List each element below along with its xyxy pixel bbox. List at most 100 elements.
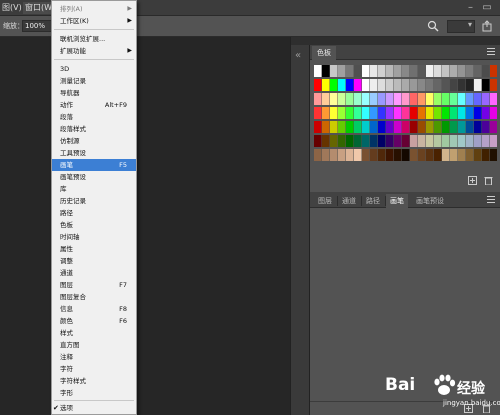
- menu-item[interactable]: 工作区(K) ▶: [52, 15, 136, 27]
- color-swatch[interactable]: [378, 93, 386, 105]
- color-swatch[interactable]: [354, 135, 362, 147]
- menu-item[interactable]: 色板: [52, 219, 136, 231]
- color-swatch[interactable]: [482, 65, 490, 77]
- color-swatch[interactable]: [474, 65, 482, 77]
- color-swatch[interactable]: [378, 135, 386, 147]
- color-swatch[interactable]: [346, 121, 354, 133]
- menu-item[interactable]: 选项 ✔: [52, 402, 136, 414]
- panel-menu-icon[interactable]: [487, 196, 495, 204]
- color-swatch[interactable]: [458, 65, 466, 77]
- color-swatch[interactable]: [418, 79, 426, 91]
- color-swatch[interactable]: [362, 107, 370, 119]
- color-swatch[interactable]: [410, 121, 418, 133]
- color-swatch[interactable]: [386, 93, 394, 105]
- color-swatch[interactable]: [322, 65, 330, 77]
- color-swatch[interactable]: [314, 65, 322, 77]
- color-swatch[interactable]: [482, 135, 490, 147]
- menu-item[interactable]: 段落样式: [52, 123, 136, 135]
- color-swatch[interactable]: [450, 65, 458, 77]
- color-swatch[interactable]: [370, 79, 378, 91]
- color-swatch[interactable]: [466, 65, 474, 77]
- color-swatch[interactable]: [362, 65, 370, 77]
- menu-item[interactable]: 图层复合: [52, 291, 136, 303]
- workspace-select[interactable]: [447, 20, 475, 33]
- menu-item[interactable]: 注释: [52, 351, 136, 363]
- color-swatch[interactable]: [330, 107, 338, 119]
- color-swatch[interactable]: [482, 93, 490, 105]
- color-swatch[interactable]: [490, 107, 497, 119]
- menu-item[interactable]: 图层 F7: [52, 279, 136, 291]
- color-swatch[interactable]: [386, 107, 394, 119]
- menu-item[interactable]: 动作 Alt+F9: [52, 99, 136, 111]
- color-swatch[interactable]: [346, 149, 354, 161]
- color-swatch[interactable]: [378, 79, 386, 91]
- color-swatch[interactable]: [354, 93, 362, 105]
- color-swatch[interactable]: [394, 65, 402, 77]
- color-swatch[interactable]: [314, 149, 322, 161]
- color-swatch[interactable]: [418, 135, 426, 147]
- menu-view[interactable]: 图(V): [0, 2, 24, 14]
- color-swatch[interactable]: [378, 149, 386, 161]
- color-swatch[interactable]: [442, 79, 450, 91]
- color-swatch[interactable]: [354, 121, 362, 133]
- color-swatch[interactable]: [442, 135, 450, 147]
- color-swatch[interactable]: [418, 121, 426, 133]
- color-swatch[interactable]: [434, 149, 442, 161]
- color-swatch[interactable]: [466, 93, 474, 105]
- menu-item[interactable]: 画笔 F5: [52, 159, 136, 171]
- color-swatch[interactable]: [410, 135, 418, 147]
- color-swatch[interactable]: [442, 93, 450, 105]
- color-swatch[interactable]: [410, 149, 418, 161]
- color-swatch[interactable]: [466, 79, 474, 91]
- color-swatch[interactable]: [338, 149, 346, 161]
- color-swatch[interactable]: [490, 149, 497, 161]
- color-swatch[interactable]: [386, 79, 394, 91]
- color-swatch[interactable]: [418, 93, 426, 105]
- color-swatch[interactable]: [442, 121, 450, 133]
- color-swatch[interactable]: [330, 135, 338, 147]
- color-swatch[interactable]: [354, 65, 362, 77]
- minimize-button[interactable]: –: [463, 1, 477, 15]
- menu-item[interactable]: 段落: [52, 111, 136, 123]
- color-swatch[interactable]: [378, 121, 386, 133]
- color-swatch[interactable]: [386, 65, 394, 77]
- menu-item[interactable]: 调整: [52, 255, 136, 267]
- menu-item[interactable]: 属性: [52, 243, 136, 255]
- color-swatch[interactable]: [442, 65, 450, 77]
- color-swatch[interactable]: [346, 65, 354, 77]
- color-swatch[interactable]: [450, 93, 458, 105]
- color-swatch[interactable]: [370, 121, 378, 133]
- menu-item[interactable]: 测量记录: [52, 75, 136, 87]
- color-swatch[interactable]: [394, 135, 402, 147]
- color-swatch[interactable]: [426, 107, 434, 119]
- color-swatch[interactable]: [338, 107, 346, 119]
- color-swatch[interactable]: [346, 135, 354, 147]
- color-swatch[interactable]: [330, 79, 338, 91]
- color-swatch[interactable]: [346, 79, 354, 91]
- menu-item[interactable]: 历史记录: [52, 195, 136, 207]
- color-swatch[interactable]: [394, 149, 402, 161]
- document-canvas[interactable]: [0, 37, 290, 415]
- color-swatch[interactable]: [418, 107, 426, 119]
- color-swatch[interactable]: [434, 93, 442, 105]
- color-swatch[interactable]: [426, 65, 434, 77]
- menu-item[interactable]: 字符样式: [52, 375, 136, 387]
- color-swatch[interactable]: [418, 149, 426, 161]
- color-swatch[interactable]: [386, 121, 394, 133]
- menu-item[interactable]: 工具预设: [52, 147, 136, 159]
- color-swatch[interactable]: [378, 107, 386, 119]
- color-swatch[interactable]: [466, 149, 474, 161]
- color-swatch[interactable]: [434, 121, 442, 133]
- menu-item[interactable]: 路径: [52, 207, 136, 219]
- tab-paths[interactable]: 路径: [362, 194, 386, 208]
- color-swatch[interactable]: [362, 79, 370, 91]
- color-swatch[interactable]: [394, 93, 402, 105]
- color-swatch[interactable]: [402, 121, 410, 133]
- menu-item[interactable]: 联机浏览扩展...: [52, 33, 136, 45]
- color-swatch[interactable]: [450, 79, 458, 91]
- color-swatch[interactable]: [386, 135, 394, 147]
- color-swatch[interactable]: [410, 65, 418, 77]
- menu-item[interactable]: 直方图: [52, 339, 136, 351]
- color-swatch[interactable]: [442, 149, 450, 161]
- color-swatch[interactable]: [490, 121, 497, 133]
